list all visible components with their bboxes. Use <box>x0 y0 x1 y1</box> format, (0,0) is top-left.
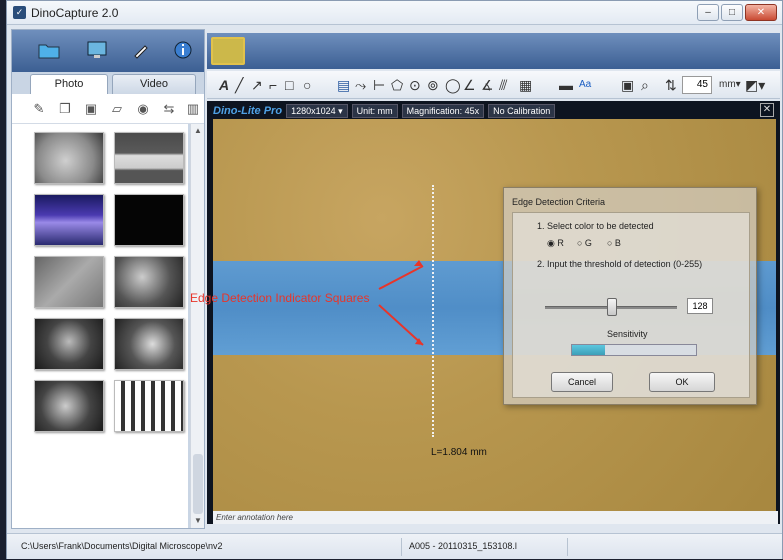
scroll-down-icon[interactable]: ▼ <box>191 514 205 528</box>
file-toolbar: ✎ ❐ ▣ ▱ ◉ ⇆ ▥ <box>12 94 204 124</box>
circle-3pt-tool-icon[interactable]: ◯ <box>445 76 461 94</box>
folder-icon[interactable] <box>36 38 62 62</box>
sensitivity-label: Sensitivity <box>607 329 648 339</box>
grid-tool-icon[interactable]: ▦ <box>519 76 532 94</box>
brand-label: Dino-Lite Pro <box>213 105 283 117</box>
settings-icon[interactable]: ◉ <box>134 101 152 117</box>
export-icon[interactable]: ◩▾ <box>745 76 765 94</box>
tag-icon[interactable]: ▱ <box>108 101 126 117</box>
rectangle-tool-icon[interactable]: □ <box>285 76 293 94</box>
distance-tool-icon[interactable]: ⊢ <box>373 76 385 94</box>
sensitivity-fill <box>572 345 606 355</box>
thumbnail-grid <box>12 124 188 528</box>
step2-label: 2. Input the threshold of detection (0-2… <box>537 259 703 269</box>
thumbnail-scrollbar[interactable]: ▲ ▼ <box>190 124 204 528</box>
cancel-button[interactable]: Cancel <box>551 372 613 392</box>
left-toolbar <box>12 30 204 72</box>
scroll-thumb[interactable] <box>193 454 203 514</box>
status-path: C:\Users\Frank\Documents\Digital Microsc… <box>21 541 223 551</box>
tab-video[interactable]: Video <box>112 74 196 94</box>
fit-window-icon[interactable]: ▣ <box>621 76 634 94</box>
measure-tool-icon[interactable]: ▤ <box>337 76 350 94</box>
step1-label: 1. Select color to be detected <box>537 221 654 231</box>
threshold-slider-thumb[interactable] <box>607 298 617 316</box>
radio-r[interactable]: ◉ R <box>547 238 564 249</box>
monitor-icon[interactable] <box>84 38 110 62</box>
window-title: DinoCapture 2.0 <box>31 6 119 20</box>
calibration-label: No Calibration <box>488 104 556 118</box>
thumbnail[interactable] <box>114 132 184 184</box>
unit-label: Unit: mm <box>351 104 398 118</box>
sensitivity-bar <box>571 344 697 356</box>
dialog-title: Edge Detection Criteria <box>512 197 606 207</box>
unit-dropdown-icon[interactable]: mm▾ <box>719 76 741 94</box>
curve-tool-icon[interactable]: ⤳ <box>355 76 366 94</box>
ok-button[interactable]: OK <box>649 372 715 392</box>
measurement-line[interactable] <box>432 185 434 437</box>
angle-tool-icon[interactable]: ∠ <box>463 76 476 94</box>
thumbnail[interactable] <box>34 380 104 432</box>
circle-center-tool-icon[interactable]: ⊚ <box>427 76 439 94</box>
app-window: ✓ DinoCapture 2.0 – □ ✕ Photo Video ✎ ❐ … <box>6 0 783 559</box>
zoom-field[interactable]: 45 <box>682 76 712 94</box>
edge-indicator-label: Edge Detection Indicator Squares <box>190 291 370 305</box>
app-icon: ✓ <box>13 6 26 19</box>
trash-icon[interactable]: ▥ <box>184 101 202 117</box>
copy-icon[interactable]: ❐ <box>56 101 74 117</box>
resolution-dropdown[interactable]: 1280x1024 ▾ <box>286 104 348 118</box>
annotation-input[interactable]: Enter annotation here <box>213 511 778 524</box>
live-view-icon[interactable] <box>211 37 245 65</box>
angle2-tool-icon[interactable]: ∡ <box>481 76 494 94</box>
maximize-button[interactable]: □ <box>721 4 743 21</box>
main-toolbar <box>207 33 780 69</box>
thumbnail[interactable] <box>114 380 184 432</box>
thumbnail[interactable] <box>114 318 184 370</box>
status-separator <box>401 538 402 556</box>
parallel-tool-icon[interactable]: ⫻ <box>499 76 507 94</box>
arrow-tool-icon[interactable]: ↗ <box>251 76 263 94</box>
dialog-body: 1. Select color to be detected ◉ R ○ G ○… <box>512 212 750 398</box>
zoom-spin-icon[interactable]: ⇅ <box>665 76 677 94</box>
thumbnail[interactable] <box>34 194 104 246</box>
save-icon[interactable]: ▣ <box>82 101 100 117</box>
edge-detection-dialog: Edge Detection Criteria 1. Select color … <box>503 187 757 405</box>
viewer-close-button[interactable]: ✕ <box>760 103 774 117</box>
text-tool-icon[interactable]: A <box>219 76 229 94</box>
shuffle-icon[interactable]: ⇆ <box>160 101 178 117</box>
pen-icon[interactable] <box>128 38 154 62</box>
line-width-icon[interactable]: ▬ <box>559 76 573 94</box>
drawing-toolbar: A ╱ ↗ ⌐ □ ○ ▤ ⤳ ⊢ ⬠ ⊙ ⊚ ◯ ∠ ∡ ⫻ ▦ ▬ Aa ▣… <box>207 71 780 99</box>
status-separator <box>567 538 568 556</box>
info-icon[interactable] <box>170 38 196 62</box>
left-panel: Photo Video ✎ ❐ ▣ ▱ ◉ ⇆ ▥ ▲ ▼ <box>11 29 205 529</box>
thumbnail[interactable] <box>34 256 104 308</box>
font-tool-icon[interactable]: Aa <box>579 76 591 94</box>
polygon-tool-icon[interactable]: ⬠ <box>391 76 403 94</box>
tab-bar: Photo Video <box>12 74 204 94</box>
thumbnail[interactable] <box>114 256 184 308</box>
circle-tool-icon[interactable]: ⊙ <box>409 76 421 94</box>
brush-icon[interactable]: ✎ <box>30 101 48 117</box>
thumbnail[interactable] <box>34 132 104 184</box>
line-tool-icon[interactable]: ╱ <box>235 76 243 94</box>
status-file: A005 - 20110315_153108.l <box>409 541 517 551</box>
scroll-up-icon[interactable]: ▲ <box>191 124 205 138</box>
status-bar: C:\Users\Frank\Documents\Digital Microsc… <box>7 533 782 559</box>
close-button[interactable]: ✕ <box>745 4 777 21</box>
threshold-field[interactable]: 128 <box>687 298 713 314</box>
radio-g[interactable]: ○ G <box>577 238 592 248</box>
minimize-button[interactable]: – <box>697 4 719 21</box>
magnification-label: Magnification: 45x <box>401 104 485 118</box>
thumbnail[interactable] <box>34 318 104 370</box>
radio-b[interactable]: ○ B <box>607 238 621 248</box>
viewer-info-bar: Dino-Lite Pro 1280x1024 ▾ Unit: mm Magni… <box>213 103 556 119</box>
measurement-label: L=1.804 mm <box>431 447 487 458</box>
ellipse-tool-icon[interactable]: ○ <box>303 76 311 94</box>
zoom-icon[interactable]: ⌕ <box>641 76 649 94</box>
polyline-tool-icon[interactable]: ⌐ <box>269 76 277 94</box>
title-bar: ✓ DinoCapture 2.0 – □ ✕ <box>7 1 782 25</box>
thumbnail[interactable] <box>114 194 184 246</box>
tab-photo[interactable]: Photo <box>30 74 108 94</box>
